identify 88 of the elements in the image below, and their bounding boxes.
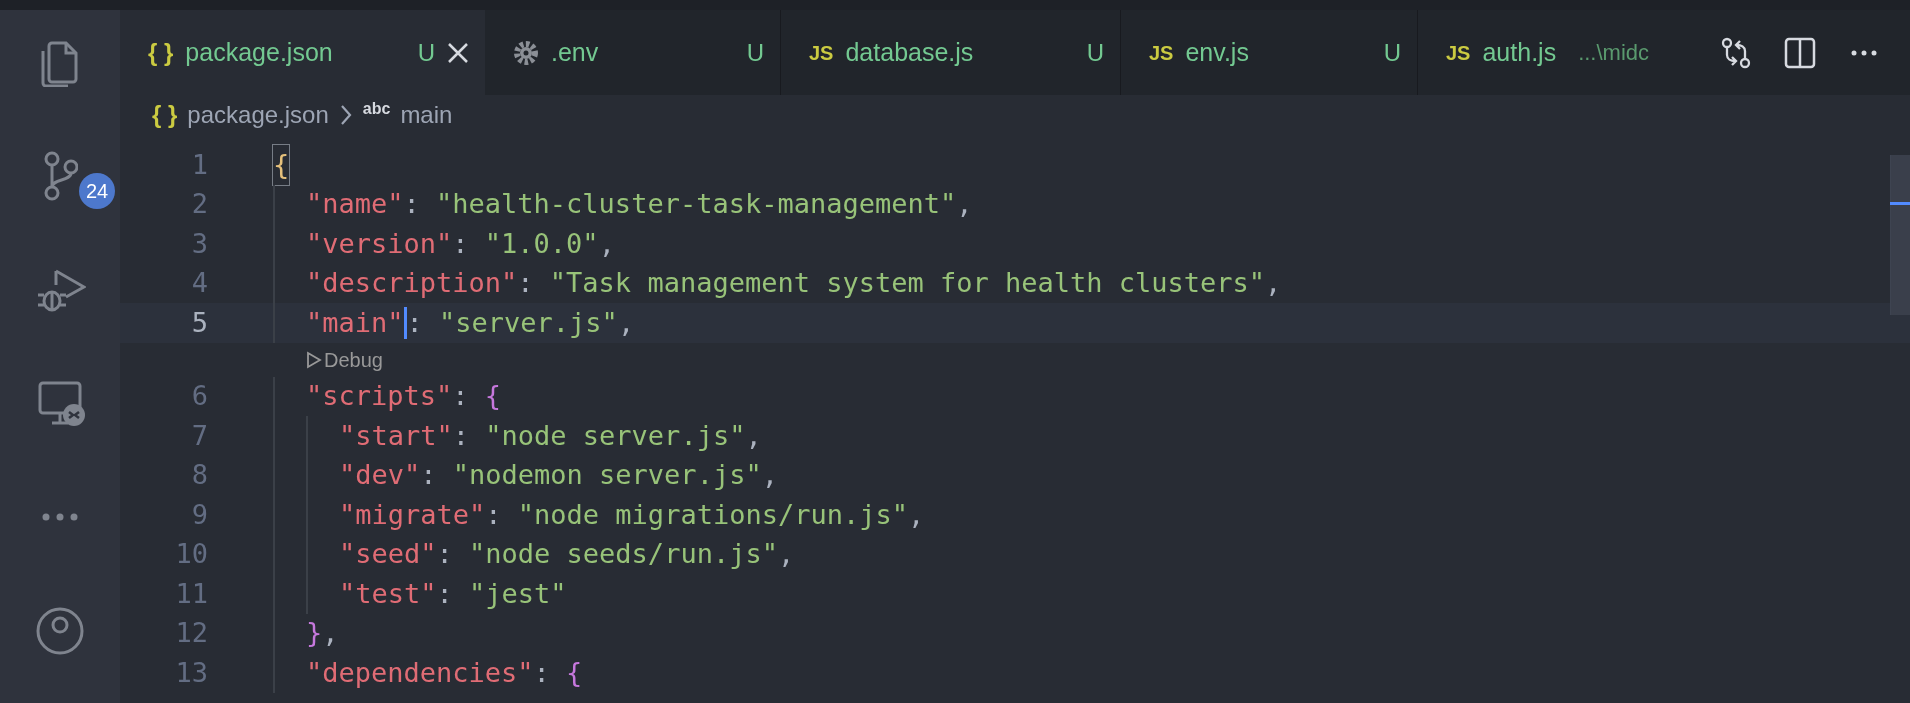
code-token: : [452,226,470,261]
code-token: "server.js" [439,305,618,340]
tab-label: package.json [185,36,333,68]
chevron-icon [338,103,353,127]
code-token: "node migrations/run.js" [517,497,908,532]
code-token: : [533,655,551,690]
code-token: , [617,305,635,340]
code-token: "dev" [339,458,421,492]
code-token: , [322,616,339,650]
code-token: "nodemon server.js" [452,458,762,492]
code-token: , [956,187,973,221]
tab-description: ...\midc [1578,39,1650,67]
line-number: 4 [190,266,208,300]
tab-label: auth.js [1482,36,1557,68]
code-token: , [745,418,762,453]
code-token: : [485,497,503,532]
code-token: "version" [306,226,453,261]
code-token: : [452,418,471,453]
line-number: 13 [174,655,208,690]
code-token: , [907,497,925,532]
code-token: "test" [339,576,437,611]
status-letter: U [1086,37,1104,68]
breadcrumb-item[interactable]: package.json [187,97,329,133]
line-number: 7 [190,418,208,453]
json-file-icon: { } [148,34,174,71]
code-token: "health-cluster-task-management" [436,187,957,221]
code-token: "dependencies" [306,655,534,690]
scrollbar[interactable] [1890,155,1910,315]
status-letter: U [746,37,764,68]
code-token: "Task management system for health clusters" [549,266,1266,300]
account-icon[interactable] [34,605,86,657]
code-token: "jest" [469,576,567,611]
line-number: 6 [190,379,208,413]
code-token: "migrate" [339,497,486,532]
close-icon[interactable] [447,41,469,64]
line-number: 9 [190,497,208,532]
tab-label: env.js [1185,36,1249,68]
code-token: "1.0.0" [484,226,599,261]
code-token: "scripts" [306,379,453,413]
line-number: 8 [190,458,208,492]
json-file-icon: { } [152,97,178,133]
code-token: "node seeds/run.js" [469,537,778,571]
badge: 24 [79,173,115,209]
code-token: : [517,266,535,300]
code-token: { [273,144,290,185]
code-token: { [484,379,502,413]
code-token: { [566,655,583,690]
js-file-icon: JS [1446,37,1471,68]
status-letter: U [417,37,435,68]
code-token: : [436,537,454,571]
code-token: "seed" [339,537,437,571]
debug-codelens[interactable]: Debug [306,344,383,375]
line-number: 5 [190,305,208,340]
code-token: "node server.js" [485,418,746,453]
code-token: : [452,379,470,413]
source-control-icon[interactable] [42,149,78,201]
code-token: , [598,226,615,261]
run-icon [306,350,322,369]
tab-label: database.js [845,36,974,68]
line-number: 2 [190,187,208,221]
code-token: : [420,458,438,492]
breadcrumb-item[interactable]: main [400,97,453,133]
status-letter: U [1383,37,1401,68]
code-token: "description" [306,266,518,300]
line-number: 1 [190,147,208,182]
code-token: , [1265,266,1282,300]
code-token: : [406,305,424,340]
code-token: , [777,537,795,571]
code-token: "main" [306,305,404,340]
line-number: 3 [190,226,208,261]
code-token: : [436,576,454,611]
string-symbol-icon: abc [362,97,391,121]
line-number: 12 [174,616,208,650]
line-number: 11 [174,576,208,611]
code-token: "name" [306,187,404,221]
code-token: : [403,187,421,221]
compare-changes-icon[interactable] [1720,36,1752,69]
split-editor-icon[interactable] [1784,36,1816,69]
gear-icon [513,39,539,66]
editor-tab[interactable]: { } package.json U [120,10,485,95]
line-number: 10 [174,537,208,571]
code-token: "start" [339,418,453,453]
code-token: } [306,616,323,650]
code-token: , [761,458,778,492]
tab-label: .env [551,36,599,68]
js-file-icon: JS [809,37,834,68]
scroll-marker [1890,202,1910,205]
js-file-icon: JS [1149,37,1174,68]
